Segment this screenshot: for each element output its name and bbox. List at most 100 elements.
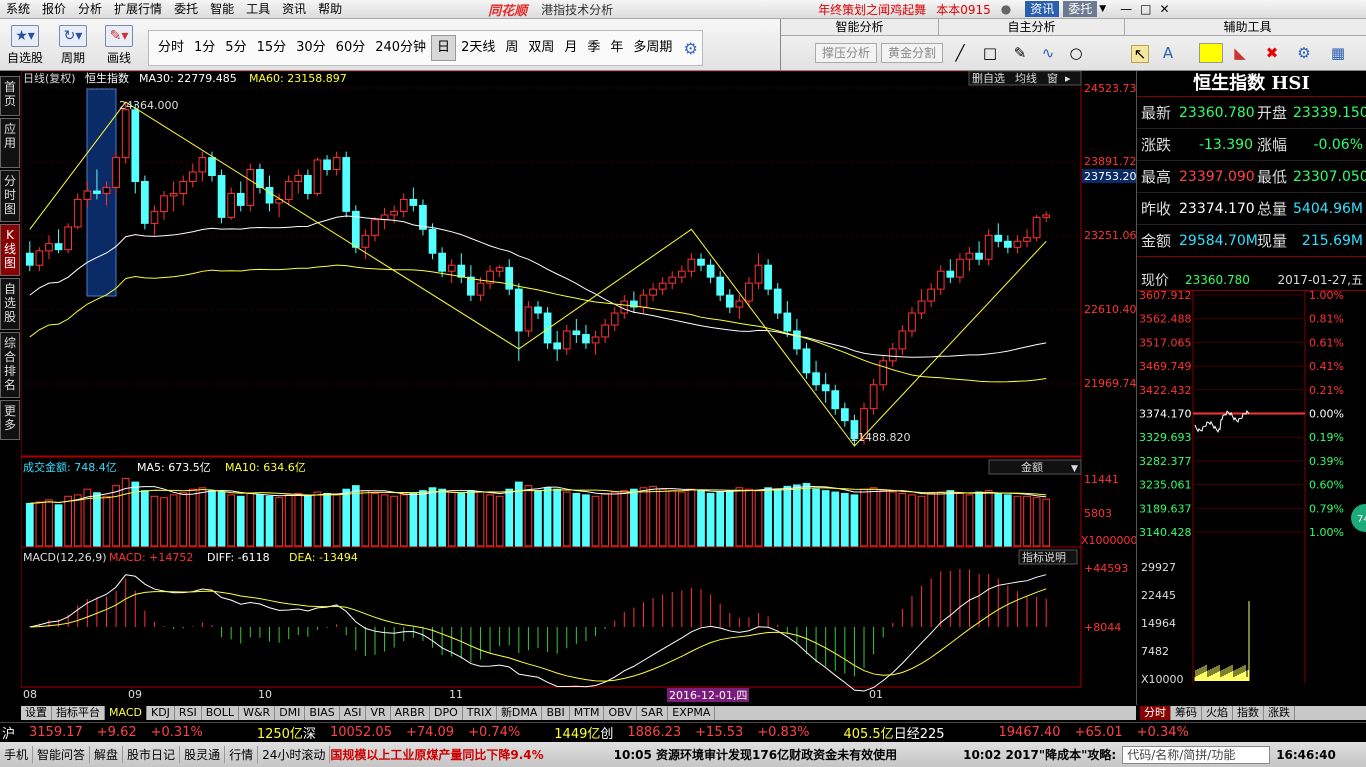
- nav-kline[interactable]: K线图: [0, 224, 20, 276]
- wave-icon[interactable]: ∿: [1039, 45, 1057, 61]
- panel-tab[interactable]: 分时: [1140, 706, 1171, 720]
- period-year[interactable]: 年: [605, 36, 628, 60]
- menu-quote[interactable]: 报价: [36, 0, 72, 19]
- gold-button[interactable]: 黄金分割: [881, 43, 944, 63]
- status-market[interactable]: 行情: [225, 746, 259, 763]
- indicator-tab[interactable]: BOLL: [202, 706, 240, 720]
- period-60m[interactable]: 60分: [331, 36, 371, 60]
- promo-link[interactable]: 年终策划之闻鸡起舞: [818, 1, 926, 18]
- expand-icon[interactable]: ▸: [1065, 72, 1071, 85]
- period-15m[interactable]: 15分: [252, 36, 292, 60]
- indicator-tab[interactable]: ASI: [340, 706, 367, 720]
- maximize-icon[interactable]: □: [1140, 2, 1151, 16]
- sz-label[interactable]: 深: [303, 723, 316, 742]
- indicator-tab[interactable]: W&R: [239, 706, 276, 720]
- minimize-icon[interactable]: —: [1120, 2, 1132, 16]
- search-input[interactable]: 代码/名称/简拼/功能: [1122, 745, 1271, 764]
- nav-timeline[interactable]: 分时图: [0, 170, 20, 222]
- nav-apps[interactable]: 应用: [0, 118, 20, 168]
- period-week[interactable]: 周: [500, 36, 523, 60]
- period-1m[interactable]: 1分: [189, 36, 220, 60]
- news-ticker[interactable]: 10:05 资源环境审计发现176亿财政资金未有效使用: [614, 746, 897, 763]
- period-multi[interactable]: 多周期: [628, 36, 677, 60]
- period-2day[interactable]: 2天线: [456, 36, 500, 60]
- cy-label[interactable]: 创: [600, 723, 613, 742]
- indicator-tab[interactable]: BBI: [542, 706, 570, 720]
- aux-title[interactable]: 辅助工具: [1125, 19, 1366, 36]
- indicator-tab[interactable]: EXPMA: [668, 706, 716, 720]
- menu-analysis[interactable]: 分析: [72, 0, 108, 19]
- kline-svg[interactable]: 日线(复权) 恒生指数 MA30: 22779.485 MA60: 23158.…: [20, 70, 1138, 705]
- indicator-tab[interactable]: 设置: [21, 706, 52, 720]
- period-day[interactable]: 日: [431, 35, 457, 61]
- period-5m[interactable]: 5分: [220, 36, 251, 60]
- window-button[interactable]: 窗: [1047, 71, 1058, 85]
- delete-icon[interactable]: ✖: [1263, 45, 1281, 61]
- indicator-tab[interactable]: SAR: [637, 706, 669, 720]
- nav-ranking[interactable]: 综合排名: [0, 332, 20, 398]
- status-rolling[interactable]: 24小时滚动: [258, 746, 331, 763]
- period-2week[interactable]: 双周: [523, 36, 559, 60]
- n225-label[interactable]: 日经225: [894, 723, 945, 742]
- menu-extended[interactable]: 扩展行情: [108, 0, 168, 19]
- status-qa[interactable]: 智能问答: [33, 746, 91, 763]
- circle-icon[interactable]: ○: [1067, 45, 1085, 61]
- menu-smart[interactable]: 智能: [204, 0, 240, 19]
- cursor-icon[interactable]: ↖: [1131, 45, 1149, 63]
- user-name[interactable]: 本本0915: [936, 1, 991, 18]
- indicator-tab[interactable]: 指标平台: [52, 706, 105, 720]
- cycle-button[interactable]: ↻▾ 周期: [52, 21, 94, 69]
- bucket-icon[interactable]: ◣: [1231, 45, 1249, 61]
- indicator-help-button[interactable]: 指标说明: [1022, 550, 1066, 564]
- pen-icon[interactable]: ✎: [1011, 45, 1029, 61]
- nav-more[interactable]: 更多: [0, 400, 20, 440]
- mini-timeline-chart[interactable]: 3607.912 1.00% 3562.488 0.81% 3517.065 0.61% 3…: [1137, 289, 1366, 686]
- period-240m[interactable]: 240分钟: [370, 36, 431, 60]
- menu-help[interactable]: 帮助: [312, 0, 348, 19]
- sh-label[interactable]: 沪: [2, 723, 15, 742]
- self-title[interactable]: 自主分析: [939, 19, 1125, 36]
- indicator-tab[interactable]: ARBR: [391, 706, 431, 720]
- close-icon[interactable]: ✕: [1160, 2, 1170, 16]
- menu-system[interactable]: 系统: [0, 0, 36, 19]
- ma-button[interactable]: 均线: [1015, 71, 1037, 85]
- period-tick[interactable]: 分时: [153, 36, 189, 60]
- line-icon[interactable]: ╱: [951, 45, 969, 61]
- panel-tab[interactable]: 涨跌: [1264, 706, 1295, 720]
- indicator-tab[interactable]: RSI: [175, 706, 202, 720]
- period-quarter[interactable]: 季: [582, 36, 605, 60]
- indicator-tab[interactable]: VR: [366, 706, 391, 720]
- vol-select[interactable]: 金额: [1021, 460, 1043, 474]
- period-30m[interactable]: 30分: [291, 36, 331, 60]
- status-lingtong[interactable]: 股灵通: [180, 746, 226, 763]
- panel-tab[interactable]: 筹码: [1171, 706, 1202, 720]
- indicator-tab[interactable]: MTM: [570, 706, 605, 720]
- indicator-tab[interactable]: DMI: [275, 706, 306, 720]
- nav-home[interactable]: 首页: [0, 76, 20, 116]
- text-icon[interactable]: A: [1159, 45, 1177, 61]
- smart-title[interactable]: 智能分析: [781, 19, 939, 36]
- menu-news[interactable]: 资讯: [276, 0, 312, 19]
- status-diary[interactable]: 股市日记: [123, 746, 181, 763]
- kline-chart-area[interactable]: 日线(复权) 恒生指数 MA30: 22779.485 MA60: 23158.…: [20, 70, 1138, 708]
- panel-tab[interactable]: 火焰: [1202, 706, 1233, 720]
- selfselect-button[interactable]: ★▾ 自选股: [4, 21, 46, 69]
- remove-selfselect-button[interactable]: 删自选: [972, 72, 1005, 85]
- pressure-button[interactable]: 撑压分析: [815, 43, 878, 63]
- news-ticker[interactable]: 10:02 2017"降成本"攻略:: [963, 746, 1116, 763]
- status-analysis[interactable]: 解盘: [90, 746, 124, 763]
- menu-trade[interactable]: 委托: [168, 0, 204, 19]
- indicator-tab[interactable]: TRIX: [463, 706, 497, 720]
- indicator-tab[interactable]: KDJ: [147, 706, 175, 720]
- period-month[interactable]: 月: [559, 36, 582, 60]
- settings-icon[interactable]: ⚙: [1295, 45, 1313, 61]
- trade-button[interactable]: 委托: [1063, 1, 1098, 17]
- nav-selfselect[interactable]: 自选股: [0, 278, 20, 330]
- panel-tab[interactable]: 指数: [1233, 706, 1264, 720]
- status-mobile[interactable]: 手机: [0, 746, 34, 763]
- indicator-tab[interactable]: 新DMA: [497, 706, 543, 720]
- indicator-tab[interactable]: OBV: [604, 706, 637, 720]
- news-ticker[interactable]: 国规模以上工业原煤产量同比下降9.4%: [330, 746, 543, 763]
- color-swatch[interactable]: [1199, 43, 1223, 63]
- gear-icon[interactable]: ⚙: [683, 39, 697, 58]
